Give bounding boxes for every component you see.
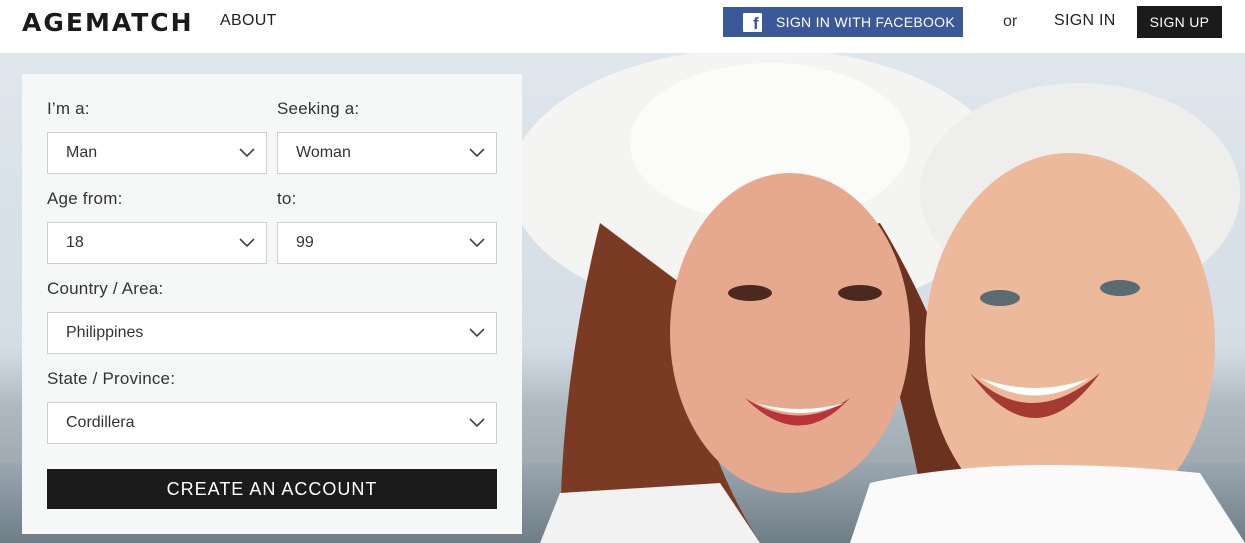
country-select[interactable]: Philippines — [47, 312, 497, 354]
chevron-down-icon — [239, 238, 255, 248]
age-from-select[interactable]: 18 — [47, 222, 267, 264]
site-header: AGEMATCH ABOUT f SIGN IN WITH FACEBOOK o… — [0, 0, 1245, 53]
chevron-down-icon — [239, 148, 255, 158]
nav-about-link[interactable]: ABOUT — [220, 12, 277, 30]
logo[interactable]: AGEMATCH — [22, 8, 194, 37]
im-a-label: I’m a: — [47, 99, 90, 118]
sign-in-link[interactable]: SIGN IN — [1054, 12, 1116, 30]
sign-up-button[interactable]: SIGN UP — [1137, 6, 1222, 38]
im-a-select[interactable]: Man — [47, 132, 267, 174]
facebook-signin-label: SIGN IN WITH FACEBOOK — [776, 14, 955, 30]
age-to-value: 99 — [296, 234, 314, 251]
or-separator: or — [1003, 13, 1018, 30]
country-value: Philippines — [66, 324, 144, 341]
age-to-label: to: — [277, 189, 297, 208]
state-value: Cordillera — [66, 414, 135, 431]
create-account-button[interactable]: CREATE AN ACCOUNT — [47, 469, 497, 509]
age-to-select[interactable]: 99 — [277, 222, 497, 264]
seeking-label: Seeking a: — [277, 99, 360, 118]
chevron-down-icon — [469, 328, 485, 338]
seeking-select[interactable]: Woman — [277, 132, 497, 174]
country-label: Country / Area: — [47, 279, 164, 298]
chevron-down-icon — [469, 148, 485, 158]
state-select[interactable]: Cordillera — [47, 402, 497, 444]
chevron-down-icon — [469, 238, 485, 248]
seeking-value: Woman — [296, 144, 351, 161]
chevron-down-icon — [469, 418, 485, 428]
facebook-icon: f — [743, 12, 762, 32]
im-a-value: Man — [66, 144, 98, 161]
age-from-value: 18 — [66, 234, 84, 251]
age-from-label: Age from: — [47, 189, 123, 208]
facebook-signin-button[interactable]: f SIGN IN WITH FACEBOOK — [723, 7, 963, 37]
state-label: State / Province: — [47, 369, 176, 388]
